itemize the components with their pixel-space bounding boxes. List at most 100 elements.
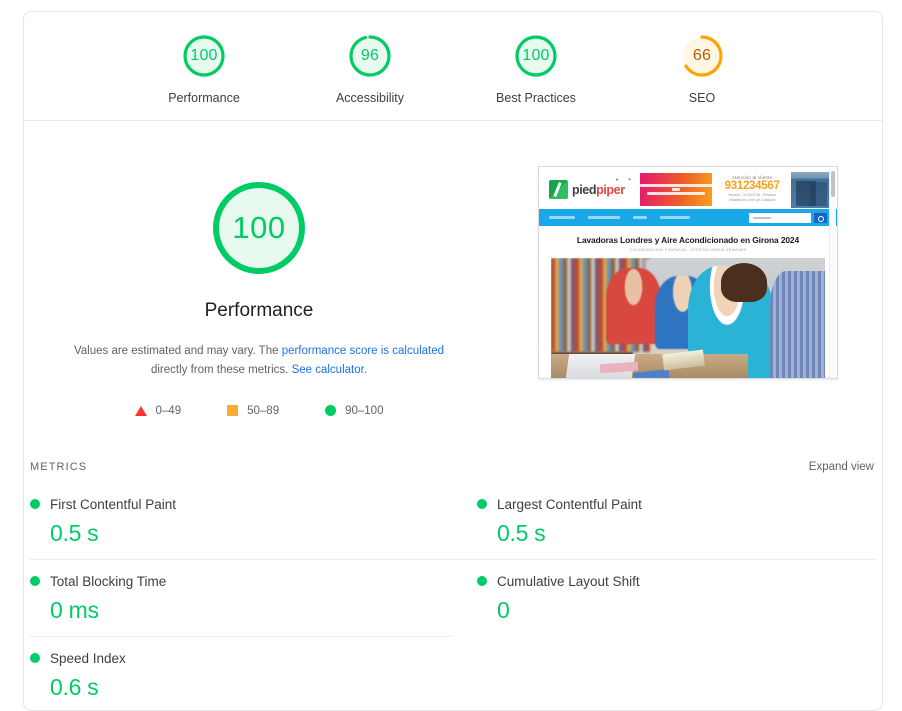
nav-link-2 — [588, 216, 620, 219]
gauge-label-best-practices: Best Practices — [496, 91, 576, 105]
expand-view-button[interactable]: Expand view — [809, 461, 874, 473]
metrics-heading: METRICS — [30, 460, 88, 473]
screenshot-nav-search — [749, 212, 827, 223]
category-gauge-performance[interactable]: 100 Performance — [150, 31, 258, 105]
storefront-photo — [790, 171, 831, 208]
metric-value: 0.6 s — [50, 673, 99, 700]
screenshot-page-subtitle: COLABORACIÓN FINANCIAL, OFERTAS MEDIA SE… — [629, 248, 747, 252]
summary-left-column: 100 Performance Values are estimated and… — [24, 166, 494, 417]
summary-right-column: piedpiper ● ✦ Atención al cliente 931234… — [494, 166, 882, 417]
screenshot-scrollbar[interactable] — [829, 168, 836, 378]
logo-decoration-icon: ● ✦ — [615, 177, 634, 183]
screenshot-content: piedpiper ● ✦ Atención al cliente 931234… — [539, 167, 837, 378]
legend-range-average: 50–89 — [247, 404, 280, 417]
metric-empty-slot — [453, 637, 876, 710]
status-dot-icon — [30, 499, 40, 510]
hero-person-checkered — [770, 271, 825, 378]
square-orange-icon — [227, 405, 239, 417]
legend-item-fail: 0–49 — [134, 404, 182, 417]
performance-score-large: 100 — [232, 210, 286, 245]
note-text-2: directly from these metrics. — [150, 363, 292, 376]
see-calculator-link[interactable]: See calculator. — [292, 364, 367, 376]
legend-item-average: 50–89 — [227, 405, 279, 417]
metric-label: Cumulative Layout Shift — [497, 573, 640, 589]
performance-gauge-large: 100 — [209, 178, 309, 278]
performance-note: Values are estimated and may vary. The p… — [73, 342, 445, 380]
promo-line-2 — [671, 188, 680, 191]
gauge-ring-best-practices: 100 — [511, 31, 561, 81]
triangle-red-icon — [134, 405, 147, 416]
promo-line-3 — [646, 192, 705, 195]
gauge-ring-accessibility: 96 — [345, 31, 395, 81]
status-dot-icon — [477, 576, 487, 587]
contact-phone: 931234567 — [724, 180, 780, 193]
gauge-label-accessibility: Accessibility — [335, 91, 405, 105]
piedpiper-logo-icon — [549, 180, 568, 199]
page-screenshot-thumbnail[interactable]: piedpiper ● ✦ Atención al cliente 931234… — [538, 166, 838, 379]
metric-first-contentful-paint[interactable]: First Contentful Paint 0.5 s — [30, 483, 453, 560]
scrollbar-thumb[interactable] — [831, 171, 835, 197]
performance-score-link[interactable]: performance score is calculated — [282, 345, 444, 357]
gauge-score-best-practices: 100 — [522, 47, 550, 64]
nav-link-3 — [633, 216, 647, 219]
hero-person-hair — [720, 263, 768, 303]
logo-text-first: pied — [572, 182, 597, 197]
metric-value: 0.5 s — [50, 519, 99, 546]
screenshot-site-nav — [539, 209, 837, 226]
category-gauges: 100 Performance 96 Accessibility 100 Bes… — [24, 12, 882, 120]
metric-total-blocking-time[interactable]: Total Blocking Time 0 ms — [30, 560, 453, 637]
category-gauge-accessibility[interactable]: 96 Accessibility — [316, 31, 424, 105]
screenshot-page-title: Lavadoras Londres y Aire Acondicionado e… — [576, 235, 800, 245]
screenshot-logo: piedpiper ● ✦ — [549, 177, 632, 199]
metric-label: Largest Contentful Paint — [497, 496, 642, 512]
metric-value: 0.5 s — [497, 519, 546, 546]
status-dot-icon — [30, 653, 40, 664]
gauge-ring-performance: 100 — [179, 31, 229, 81]
hero-person-red — [605, 268, 661, 344]
nav-link-1 — [549, 216, 575, 219]
status-dot-icon — [30, 576, 40, 587]
legend-range-fail: 0–49 — [155, 404, 182, 417]
circle-green-icon — [325, 405, 337, 417]
nav-search-input — [749, 212, 811, 223]
screenshot-contact-block: Atención al cliente 931234567 Horario : … — [725, 175, 780, 203]
gauge-ring-seo: 66 — [677, 31, 727, 81]
gauge-score-performance: 100 — [190, 47, 218, 64]
screenshot-logo-text: piedpiper — [572, 183, 625, 197]
metric-header: Total Blocking Time — [30, 574, 429, 589]
metric-value: 0 — [497, 596, 510, 623]
metric-largest-contentful-paint[interactable]: Largest Contentful Paint 0.5 s — [453, 483, 876, 560]
contact-address-line-2: Instalacion Libre de Cataluña — [728, 198, 776, 203]
score-legend: 0–49 50–89 90–100 — [134, 404, 383, 417]
performance-summary: 100 Performance Values are estimated and… — [24, 121, 882, 417]
screenshot-site-header: piedpiper ● ✦ Atención al cliente 931234… — [539, 167, 837, 209]
note-text-1: Values are estimated and may vary. The — [73, 345, 282, 357]
gauge-score-accessibility: 96 — [360, 47, 380, 64]
gauge-label-performance: Performance — [168, 91, 240, 105]
nav-link-4 — [660, 216, 690, 219]
metric-header: First Contentful Paint — [30, 497, 429, 512]
legend-item-pass: 90–100 — [325, 405, 383, 417]
metric-label: Total Blocking Time — [50, 573, 167, 589]
metrics-header: METRICS Expand view — [24, 461, 882, 473]
category-gauge-best-practices[interactable]: 100 Best Practices — [482, 31, 590, 105]
status-dot-icon — [477, 499, 487, 510]
legend-range-pass: 90–100 — [345, 404, 384, 417]
lighthouse-report-card: 100 Performance 96 Accessibility 100 Bes… — [23, 11, 883, 711]
metrics-grid: First Contentful Paint 0.5 s Largest Con… — [24, 483, 882, 710]
performance-title: Performance — [204, 300, 314, 321]
promo-line-1 — [639, 184, 712, 187]
metric-cumulative-layout-shift[interactable]: Cumulative Layout Shift 0 — [453, 560, 876, 637]
metric-label: Speed Index — [50, 650, 126, 666]
gauge-label-seo: SEO — [688, 91, 716, 105]
metric-speed-index[interactable]: Speed Index 0.6 s — [30, 637, 453, 710]
logo-text-second: piper — [596, 182, 625, 197]
metric-value: 0 ms — [50, 596, 99, 623]
metric-label: First Contentful Paint — [50, 496, 177, 512]
search-icon — [814, 212, 827, 223]
metric-header: Speed Index — [30, 651, 429, 666]
screenshot-hero-image — [551, 258, 825, 378]
category-gauge-seo[interactable]: 66 SEO — [648, 31, 756, 105]
metric-header: Largest Contentful Paint — [477, 497, 876, 512]
screenshot-promo-banner — [639, 173, 712, 206]
